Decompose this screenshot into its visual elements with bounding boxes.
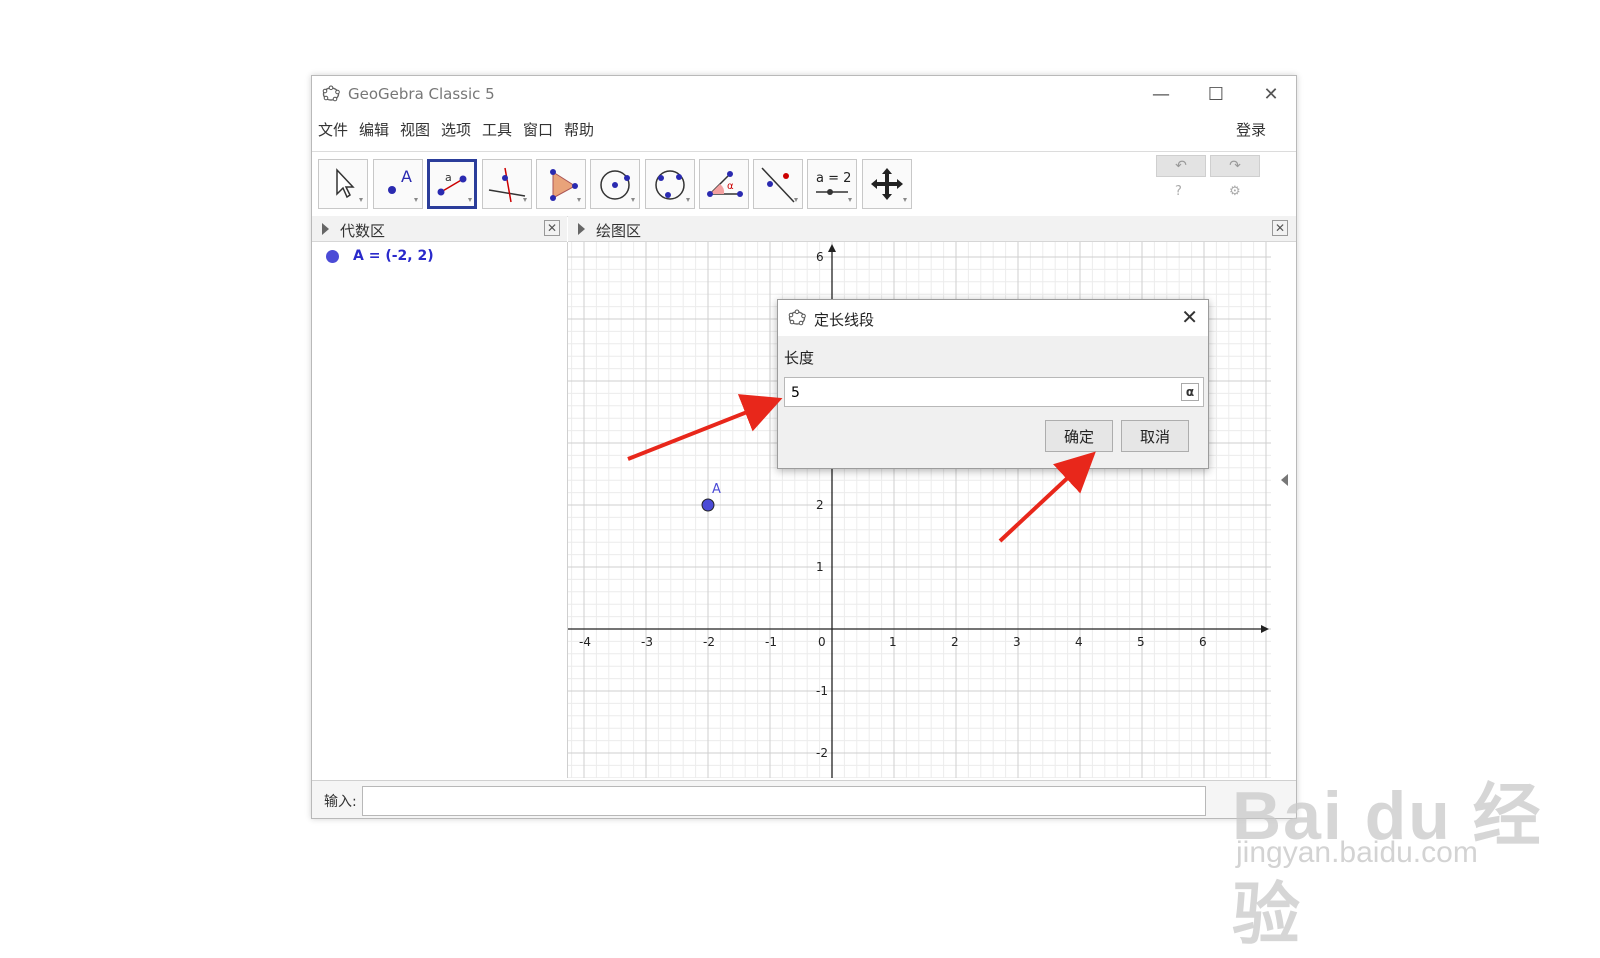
cancel-button[interactable]: 取消 — [1121, 420, 1189, 452]
menu-view[interactable]: 视图 — [400, 119, 430, 140]
y-tick-label: 6 — [816, 250, 824, 264]
graphics-close-button[interactable]: ✕ — [1272, 220, 1288, 236]
menu-bar: 文件 编辑 视图 选项 工具 窗口 帮助 登录 — [312, 116, 1296, 142]
fixed-length-dialog: 定长线段 ✕ 长度 α 确定 取消 — [777, 299, 1209, 469]
x-tick-label: -1 — [765, 635, 777, 649]
point-tool[interactable]: A — [373, 159, 423, 209]
move-graphics-icon — [871, 168, 907, 202]
geogebra-logo-icon — [322, 85, 340, 102]
graphics-header: 绘图区 ✕ — [568, 216, 1296, 242]
slider-icon: a = 2 — [816, 171, 852, 202]
x-axis-arrow — [1261, 625, 1269, 633]
point-a-label: A — [712, 482, 721, 497]
input-field[interactable] — [362, 786, 1206, 816]
conic-tool[interactable] — [645, 159, 695, 209]
maximize-button[interactable]: ☐ — [1189, 76, 1243, 112]
circle-tool[interactable] — [590, 159, 640, 209]
angle-tool[interactable]: α — [699, 159, 749, 209]
x-tick-label: -4 — [579, 635, 591, 649]
geogebra-logo-icon — [788, 309, 806, 326]
algebra-view: A = (-2, 2) — [312, 242, 568, 778]
length-input[interactable] — [789, 381, 1173, 405]
help-icon[interactable]: ? — [1175, 184, 1182, 199]
expand-sidebar-icon[interactable] — [1281, 474, 1288, 486]
segment-fixed-length-tool[interactable]: a — [427, 159, 477, 209]
visibility-toggle-icon[interactable] — [326, 249, 339, 263]
dialog-close-button[interactable]: ✕ — [1181, 305, 1198, 329]
x-tick-label: 4 — [1075, 635, 1083, 649]
dialog-title: 定长线段 — [814, 311, 875, 329]
toolbar: A a α a = 2 ↶ ↷ ? ⚙ — [312, 151, 1296, 217]
collapse-triangle-icon[interactable] — [322, 223, 329, 235]
menu-tools[interactable]: 工具 — [482, 119, 512, 140]
alpha-symbol-button[interactable]: α — [1181, 383, 1199, 401]
ok-button[interactable]: 确定 — [1045, 420, 1113, 452]
close-button[interactable]: ✕ — [1244, 76, 1296, 112]
svg-text:α: α — [727, 181, 734, 192]
undo-button[interactable]: ↶ — [1156, 155, 1206, 177]
polygon-icon — [550, 169, 581, 202]
perpendicular-line-tool[interactable] — [482, 159, 532, 209]
point-icon: A — [388, 167, 418, 202]
menu-file[interactable]: 文件 — [318, 119, 348, 140]
algebra-item-text[interactable]: A = (-2, 2) — [353, 248, 434, 264]
baidu-watermark-url: jingyan.baidu.com — [1236, 836, 1478, 869]
x-tick-label: -3 — [641, 635, 653, 649]
x-tick-label: 5 — [1137, 635, 1145, 649]
minimize-button[interactable]: — — [1134, 76, 1188, 112]
segment-icon: a — [437, 171, 472, 202]
input-bar: 输入: — [312, 780, 1296, 818]
circle-icon — [600, 170, 635, 202]
reflect-line-icon — [761, 167, 798, 203]
input-label: 输入: — [324, 794, 357, 810]
algebra-header: 代数区 ✕ — [312, 216, 567, 242]
svg-text:A: A — [401, 167, 412, 186]
dialog-title-bar[interactable]: 定长线段 ✕ — [778, 300, 1208, 336]
slider-icon-text: a = 2 — [816, 171, 851, 186]
cursor-arrow-icon — [336, 168, 363, 202]
x-tick-label: 3 — [1013, 635, 1021, 649]
collapse-triangle-icon[interactable] — [578, 223, 585, 235]
login-link[interactable]: 登录 — [1236, 119, 1266, 140]
settings-icon[interactable]: ⚙ — [1229, 184, 1241, 199]
graphics-title: 绘图区 — [596, 222, 642, 240]
title-bar[interactable]: GeoGebra Classic 5 — ☐ ✕ — [312, 76, 1296, 112]
x-tick-label: 2 — [951, 635, 959, 649]
polygon-tool[interactable] — [536, 159, 586, 209]
move-graphics-tool[interactable] — [862, 159, 912, 209]
algebra-close-button[interactable]: ✕ — [544, 220, 560, 236]
y-axis-arrow — [828, 244, 836, 252]
slider-tool[interactable]: a = 2 — [807, 159, 857, 209]
y-tick-label: 1 — [816, 560, 824, 574]
svg-text:a: a — [445, 171, 452, 184]
circle-three-points-icon — [655, 170, 690, 202]
y-tick-label: -2 — [816, 746, 828, 760]
algebra-title: 代数区 — [340, 222, 386, 240]
length-label: 长度 — [784, 349, 815, 367]
y-tick-label: -1 — [816, 684, 828, 698]
angle-icon: α — [707, 171, 743, 197]
length-field[interactable]: α — [784, 377, 1204, 407]
algebra-item[interactable]: A = (-2, 2) — [326, 248, 434, 264]
menu-edit[interactable]: 编辑 — [359, 119, 389, 140]
perpendicular-icon — [488, 167, 527, 203]
menu-options[interactable]: 选项 — [441, 119, 471, 140]
redo-button[interactable]: ↷ — [1210, 155, 1260, 177]
menu-window[interactable]: 窗口 — [523, 119, 553, 140]
move-tool[interactable] — [318, 159, 368, 209]
reflect-tool[interactable] — [753, 159, 803, 209]
y-tick-label: 2 — [816, 498, 824, 512]
window-title: GeoGebra Classic 5 — [348, 85, 495, 103]
x-tick-label: -2 — [703, 635, 715, 649]
point-a — [701, 498, 715, 512]
x-tick-label: 1 — [889, 635, 897, 649]
menu-help[interactable]: 帮助 — [564, 119, 594, 140]
x-tick-label: 6 — [1199, 635, 1207, 649]
x-tick-label: 0 — [818, 635, 826, 649]
